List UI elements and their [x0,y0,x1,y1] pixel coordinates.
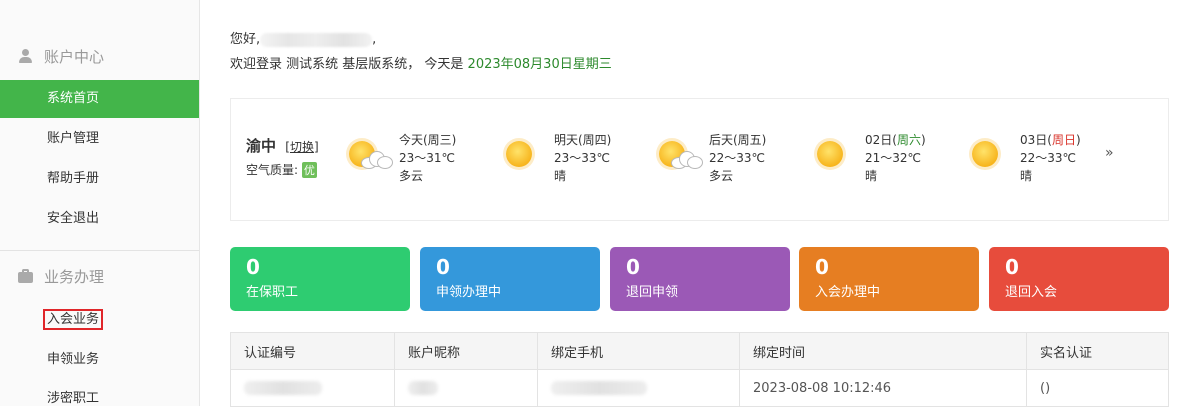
day-desc: 多云 [399,169,424,183]
weather-day: 今天(周三) 23～31℃ 多云 [343,129,493,189]
sidebar-item-logout[interactable]: 安全退出 [0,200,199,238]
air-quality-badge: 优 [301,162,317,178]
column-header: 认证编号 [230,332,395,370]
stat-value: 0 [626,255,640,279]
sidebar-item-classified-staff[interactable]: 涉密职工 [0,380,199,418]
stat-card[interactable]: 0 在保职工 [230,247,410,311]
stat-card[interactable]: 0 入会办理中 [799,247,979,311]
stat-label: 在保职工 [246,285,299,300]
section-business: 业务办理 [0,256,199,296]
weather-day: 02日(周六) 21～32℃ 晴 [809,129,959,189]
sidebar-item-membership[interactable]: 入会业务 [0,301,199,339]
switch-city-link[interactable]: [切换] [285,140,318,154]
air-quality: 空气质量: 优 [246,161,317,178]
day-desc: 多云 [709,169,734,183]
day-desc: 晴 [865,169,878,183]
greeting: 您好,, [230,32,377,47]
stat-value: 0 [246,255,260,279]
day-weekday: 周六 [896,133,921,147]
sunny-icon [498,135,548,175]
weather-city: 渝中 [切换] [246,135,319,156]
stat-label: 入会办理中 [815,285,881,300]
stats-row: 0 在保职工 0 申领办理中 0 退回申领 0 入会办理中 0 退回入会 [230,247,1169,311]
day-desc: 晴 [554,169,567,183]
day-label: 02日(周六) [865,133,926,147]
cell-cert-id [230,369,395,407]
sunny-icon [809,135,859,175]
weather-day: 明天(周四) 23～33℃ 晴 [498,129,648,189]
day-label: 后天(周五) [709,133,767,147]
sidebar: 账户中心 系统首页 账户管理 帮助手册 安全退出 业务办理 入会业务 申领业务 … [0,0,200,406]
column-header: 绑定手机 [537,332,740,370]
sidebar-item-account-manage[interactable]: 账户管理 [0,120,199,158]
account-table: 认证编号 账户昵称 绑定手机 绑定时间 实名认证 2023-08-08 10:1… [230,332,1169,407]
day-label: 明天(周四) [554,133,612,147]
weather-day: 后天(周五) 22～33℃ 多云 [653,129,803,189]
stat-label: 退回入会 [1005,285,1058,300]
column-header: 绑定时间 [739,332,1027,370]
welcome-line: 欢迎登录 测试系统 基层版系统， 今天是 2023年08月30日星期三 [230,56,612,74]
air-quality-label: 空气质量: [246,163,299,177]
double-chevron-right-icon[interactable]: » [1105,145,1114,161]
city-name: 渝中 [246,137,277,155]
day-weekday: 周日 [1051,133,1076,147]
column-header: 实名认证 [1026,332,1169,370]
cell-realname: () [1026,369,1169,407]
day-temp: 22～33℃ [1020,151,1077,165]
sidebar-item-help[interactable]: 帮助手册 [0,160,199,198]
table-header-row: 认证编号 账户昵称 绑定手机 绑定时间 实名认证 [230,332,1169,370]
cell-phone [537,369,740,407]
weather-panel: 渝中 [切换] 空气质量: 优 今天(周三) 23～31℃ 多云 明天(周四) … [230,98,1169,221]
partly-cloudy-icon [653,135,703,175]
day-temp: 23～31℃ [399,151,456,165]
cell-bind-time: 2023-08-08 10:12:46 [739,369,1027,407]
partly-cloudy-icon [343,135,393,175]
stat-card[interactable]: 0 申领办理中 [420,247,600,311]
section-title: 业务办理 [44,267,105,286]
sidebar-item-home[interactable]: 系统首页 [0,80,199,118]
greeting-hello: 您好, [230,32,261,47]
sunny-icon [964,135,1014,175]
cell-nickname [394,369,538,407]
column-header: 账户昵称 [394,332,538,370]
sidebar-item-claim[interactable]: 申领业务 [0,341,199,379]
day-label: 03日(周日) [1020,133,1081,147]
stat-value: 0 [1005,255,1019,279]
sidebar-item-label: 入会业务 [43,309,104,330]
section-title: 账户中心 [44,47,105,66]
stat-label: 退回申领 [626,285,679,300]
welcome-text: 欢迎登录 测试系统 基层版系统， 今天是 [230,57,464,72]
briefcase-icon [18,269,33,283]
day-label: 今天(周三) [399,133,457,147]
table-row: 2023-08-08 10:12:46 () [230,369,1169,407]
stat-value: 0 [815,255,829,279]
day-temp: 22～33℃ [709,151,766,165]
stat-label: 申领办理中 [436,285,502,300]
redacted-username [260,32,373,47]
stat-card[interactable]: 0 退回申领 [610,247,790,311]
stat-value: 0 [436,255,450,279]
current-date: 2023年08月30日星期三 [467,57,612,72]
sidebar-divider [0,250,199,251]
day-temp: 23～33℃ [554,151,611,165]
user-icon [18,49,32,63]
weather-day: 03日(周日) 22～33℃ 晴 [964,129,1114,189]
day-desc: 晴 [1020,169,1033,183]
stat-card[interactable]: 0 退回入会 [989,247,1169,311]
day-temp: 21～32℃ [865,151,922,165]
section-account-center: 账户中心 [0,36,199,76]
